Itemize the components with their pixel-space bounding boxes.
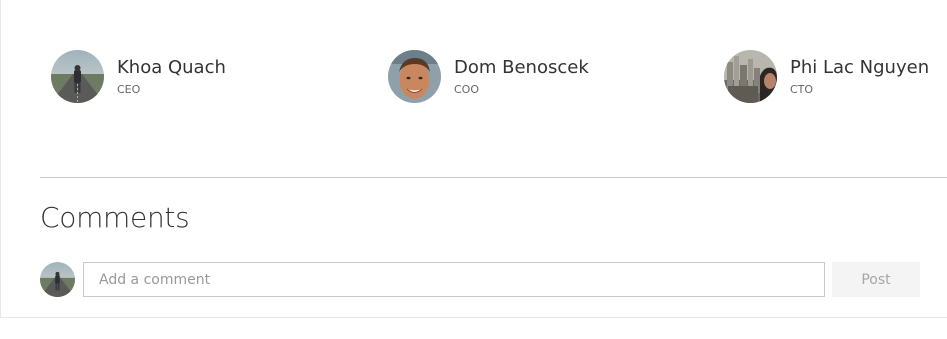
bottom-border	[0, 317, 947, 318]
people-list: Khoa Quach CEO Dom Benoscek COO Phi Lac …	[0, 50, 947, 104]
person-role: COO	[454, 83, 479, 96]
page: Khoa Quach CEO Dom Benoscek COO Phi Lac …	[0, 0, 947, 339]
comments-heading: Comments	[40, 201, 190, 234]
person-name[interactable]: Dom Benoscek	[454, 56, 589, 80]
road-photo-avatar-image	[40, 262, 75, 297]
road-photo-avatar-image	[51, 50, 104, 103]
person-name[interactable]: Khoa Quach	[117, 56, 226, 80]
person-name[interactable]: Phi Lac Nguyen	[790, 56, 929, 80]
comment-input[interactable]	[83, 262, 825, 297]
current-user-avatar	[40, 262, 75, 297]
section-divider	[40, 177, 947, 178]
left-border	[0, 0, 1, 318]
face-photo-avatar[interactable]	[388, 50, 441, 103]
person-role: CEO	[117, 83, 141, 96]
person-role: CTO	[790, 83, 814, 96]
road-photo-avatar[interactable]	[51, 50, 104, 103]
city-photo-avatar[interactable]	[724, 50, 777, 103]
city-photo-avatar-image	[724, 50, 777, 103]
post-button[interactable]: Post	[832, 262, 920, 297]
face-photo-avatar-image	[388, 50, 441, 103]
